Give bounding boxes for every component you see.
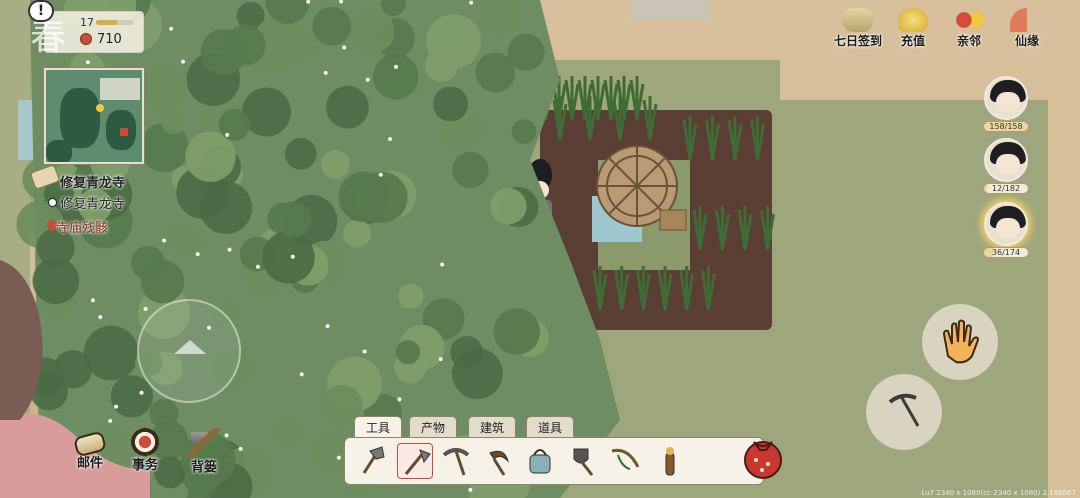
pickaxe-icon — [888, 393, 920, 427]
neighbors-button[interactable]: 亲邻 — [944, 8, 994, 49]
basket-label: 背篓 — [190, 460, 217, 475]
minimap[interactable] — [44, 68, 144, 164]
experience-bar — [96, 20, 134, 25]
coin-icon — [80, 33, 92, 45]
device-watermark: Lu7 2340 x 1080(cc-2340 x 1080) 2.166667 — [921, 489, 1076, 497]
scroll-icon — [843, 8, 873, 32]
mail-label: 邮件 — [76, 456, 103, 471]
hammer-icon — [187, 428, 221, 458]
player-level: 17 — [80, 16, 94, 29]
joystick-arrow-icon — [174, 340, 206, 354]
item-bundle-icon[interactable] — [740, 430, 786, 480]
notification-icon[interactable]: ! — [28, 0, 54, 22]
fan-icon — [1010, 8, 1044, 32]
neighbors-label: 亲邻 — [956, 34, 981, 48]
signin-label: 七日签到 — [833, 34, 882, 48]
character-portrait — [984, 76, 1028, 120]
coin-count: 710 — [97, 32, 122, 47]
hoe-icon[interactable] — [397, 443, 433, 479]
health-value: 12/182 — [991, 184, 1021, 193]
watering-can-icon[interactable] — [522, 443, 558, 479]
health-value: 36/174 — [991, 248, 1021, 257]
party-member[interactable]: 12/182 — [982, 138, 1030, 200]
fishing-rod-icon[interactable] — [608, 443, 644, 479]
character-portrait — [984, 202, 1028, 246]
mail-button[interactable]: 邮件 — [64, 428, 116, 471]
use-tool-button[interactable] — [866, 374, 942, 450]
affairs-label: 事务 — [131, 458, 158, 473]
recharge-button[interactable]: 充值 — [888, 8, 938, 49]
basket-button[interactable]: 背篓 — [178, 428, 230, 475]
target-icon — [131, 428, 159, 456]
hand-icon — [942, 319, 980, 364]
party-member-selected[interactable]: 36/174 — [982, 202, 1030, 264]
immortal-fate-button[interactable]: 仙缘 — [1004, 8, 1050, 49]
pickaxe-icon[interactable] — [438, 443, 474, 479]
recharge-label: 充值 — [900, 34, 925, 48]
seven-day-signin-button[interactable]: 七日签到 — [828, 8, 888, 49]
health-bar: 36/174 — [983, 247, 1029, 258]
axe-icon[interactable] — [354, 443, 390, 479]
fate-label: 仙缘 — [1014, 34, 1039, 48]
party-member[interactable]: 158/158 — [982, 76, 1030, 138]
quest-objective[interactable]: 修复青龙寺 — [60, 193, 125, 212]
quest-main-title[interactable]: 修复青龙寺 — [60, 172, 125, 191]
health-bar: 12/182 — [983, 183, 1029, 194]
character-portrait — [984, 138, 1028, 182]
interact-hand-button[interactable] — [922, 304, 998, 380]
quest-location[interactable]: 寺庙残骸 — [56, 217, 108, 236]
torch-icon[interactable] — [652, 443, 688, 479]
shovel-icon[interactable] — [566, 443, 602, 479]
neighbors-icon — [952, 8, 986, 32]
experience-fill — [96, 20, 117, 25]
gold-ingot-icon — [898, 8, 928, 32]
health-value: 158/158 — [989, 122, 1023, 131]
health-bar: 158/158 — [983, 121, 1029, 132]
sickle-icon[interactable] — [480, 443, 516, 479]
affairs-button[interactable]: 事务 — [119, 428, 171, 473]
quest-objective-marker-icon — [48, 198, 57, 207]
